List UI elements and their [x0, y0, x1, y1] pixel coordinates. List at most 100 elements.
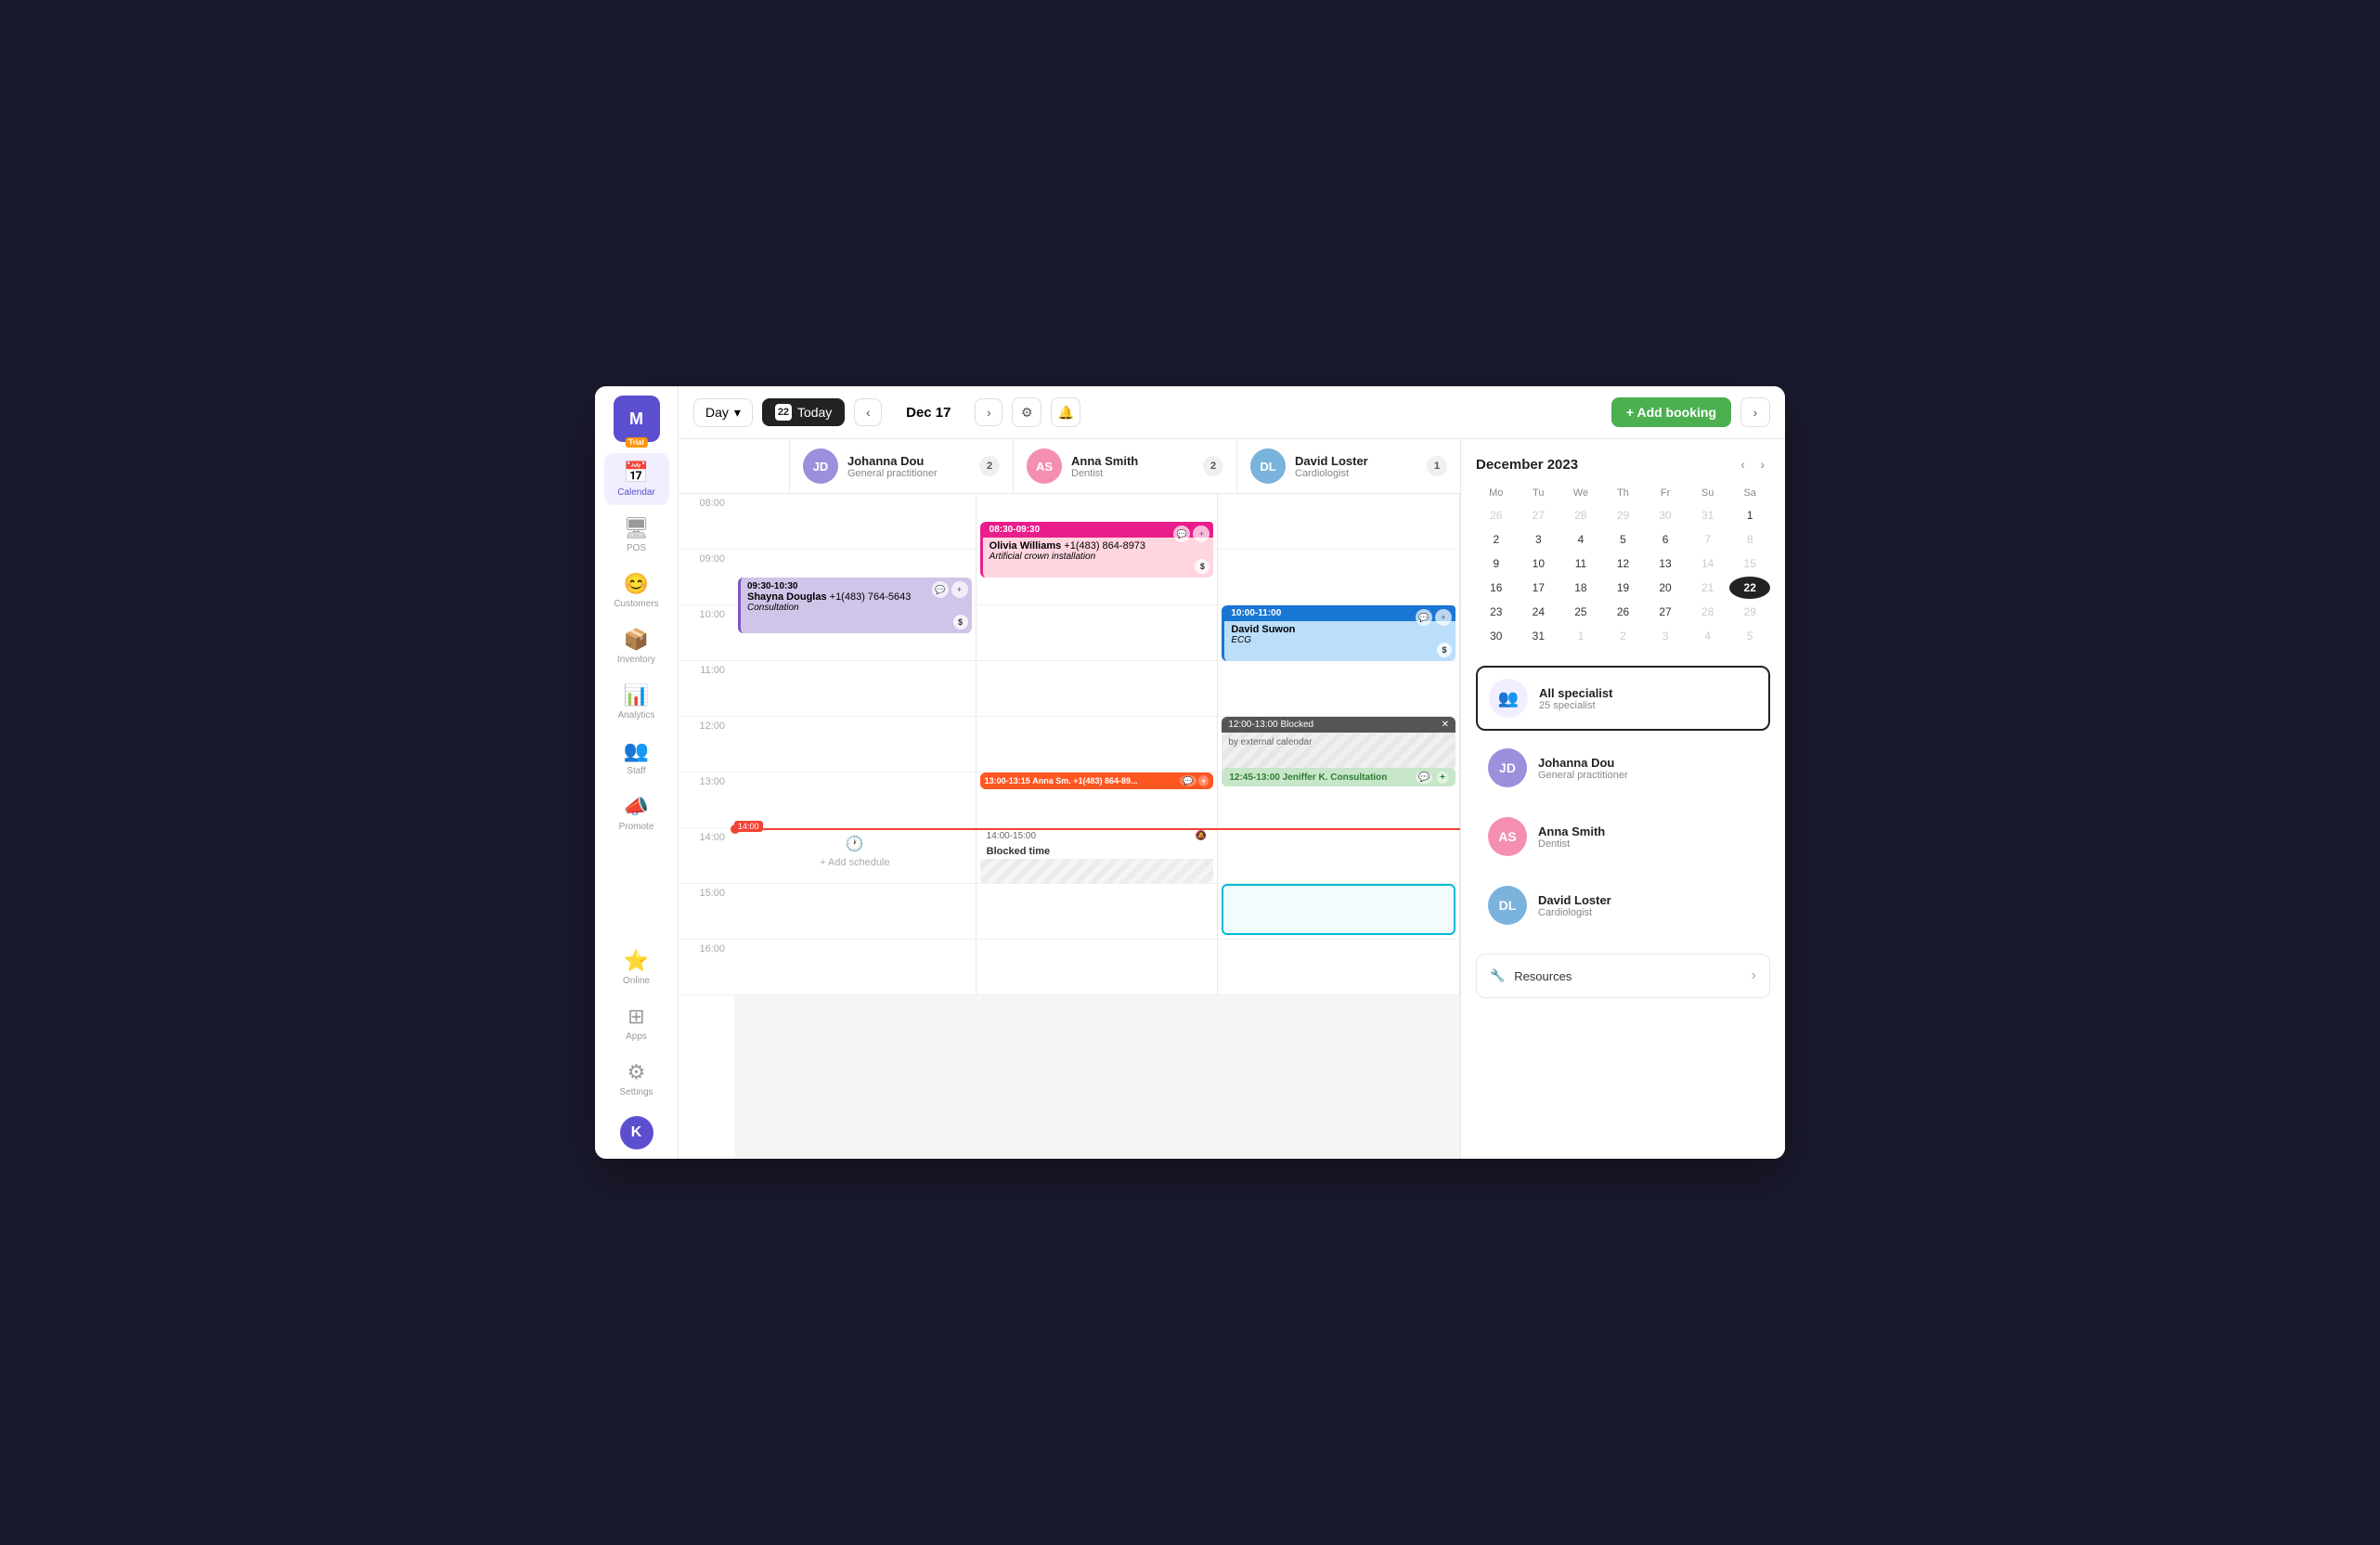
grid-cell[interactable]: [977, 940, 1218, 995]
mini-cal-day[interactable]: 17: [1519, 577, 1559, 599]
grid-cell[interactable]: [977, 605, 1218, 661]
chip-message-icon[interactable]: 💬: [1416, 772, 1432, 784]
add-icon[interactable]: +: [1198, 775, 1209, 786]
grid-cell[interactable]: [734, 772, 976, 828]
quick-entry-box[interactable]: [1222, 884, 1455, 935]
view-select[interactable]: Day ▾: [693, 398, 753, 427]
sidebar-item-analytics[interactable]: 📊 Analytics: [604, 676, 669, 728]
add-button[interactable]: +: [1193, 526, 1209, 542]
mini-cal-day[interactable]: 13: [1645, 552, 1686, 575]
mini-cal-day[interactable]: 2: [1603, 625, 1644, 647]
appointment-chip[interactable]: 13:00-13:15 Anna Sm. +1(483) 864-89... 💬…: [980, 772, 1214, 789]
mini-cal-day[interactable]: 23: [1476, 601, 1517, 623]
resources-item[interactable]: 🔧 Resources ›: [1476, 954, 1770, 998]
mini-cal-day[interactable]: 26: [1476, 504, 1517, 526]
grid-cell[interactable]: [977, 661, 1218, 717]
message-icon[interactable]: 💬: [1180, 775, 1196, 786]
specialist-item-david[interactable]: DL David Loster Cardiologist: [1476, 874, 1770, 937]
right-panel-toggle-button[interactable]: ›: [1740, 397, 1770, 427]
sidebar-item-inventory[interactable]: 📦 Inventory: [604, 620, 669, 672]
appointment[interactable]: 10:00-11:00 David Suwon ECG 💬 + $: [1222, 605, 1455, 661]
sidebar-item-pos[interactable]: 🖥 POS: [604, 509, 669, 561]
mini-cal-day[interactable]: 4: [1688, 625, 1728, 647]
mini-cal-day[interactable]: 5: [1603, 528, 1644, 551]
mini-cal-day[interactable]: 30: [1476, 625, 1517, 647]
mini-cal-day[interactable]: 3: [1519, 528, 1559, 551]
staff-header-david[interactable]: DL David Loster Cardiologist 1: [1237, 439, 1460, 493]
mini-cal-next[interactable]: ›: [1754, 454, 1770, 474]
staff-header-johanna[interactable]: JD Johanna Dou General practitioner 2: [790, 439, 1014, 493]
mini-cal-day[interactable]: 26: [1603, 601, 1644, 623]
app-logo[interactable]: M Trial: [614, 396, 660, 442]
mini-cal-day[interactable]: 1: [1729, 504, 1770, 526]
grid-cell[interactable]: [734, 661, 976, 717]
grid-cell[interactable]: [1218, 494, 1459, 550]
mini-cal-day[interactable]: 10: [1519, 552, 1559, 575]
mini-cal-day[interactable]: 2: [1476, 528, 1517, 551]
specialist-item-anna[interactable]: AS Anna Smith Dentist: [1476, 805, 1770, 868]
mini-cal-day[interactable]: 22: [1729, 577, 1770, 599]
grid-cell[interactable]: [1218, 828, 1459, 884]
sync-icon-button[interactable]: 🔔: [1051, 397, 1080, 427]
grid-cell[interactable]: [1218, 661, 1459, 717]
inline-chip[interactable]: 12:45-13:00 Jeniffer K. Consultation 💬 +: [1222, 768, 1455, 786]
appointment[interactable]: 08:30-09:30 Olivia Williams +1(483) 864-…: [980, 522, 1214, 578]
mini-cal-day[interactable]: 12: [1603, 552, 1644, 575]
sidebar-item-customers[interactable]: 😊 Customers: [604, 565, 669, 617]
grid-cell[interactable]: [734, 717, 976, 772]
mini-cal-day[interactable]: 27: [1519, 504, 1559, 526]
mini-cal-day[interactable]: 19: [1603, 577, 1644, 599]
sidebar-item-settings[interactable]: ⚙ Settings: [604, 1053, 669, 1105]
mini-cal-day[interactable]: 15: [1729, 552, 1770, 575]
grid-cell[interactable]: [1218, 940, 1459, 995]
message-button[interactable]: 💬: [932, 581, 949, 598]
mini-cal-day[interactable]: 28: [1560, 504, 1601, 526]
mini-cal-day[interactable]: 18: [1560, 577, 1601, 599]
mini-cal-day[interactable]: 11: [1560, 552, 1601, 575]
grid-cell[interactable]: [977, 717, 1218, 772]
mini-cal-day[interactable]: 3: [1645, 625, 1686, 647]
mini-cal-day[interactable]: 7: [1688, 528, 1728, 551]
sidebar-item-apps[interactable]: ⊞ Apps: [604, 997, 669, 1049]
mini-cal-day[interactable]: 4: [1560, 528, 1601, 551]
mini-cal-day[interactable]: 30: [1645, 504, 1686, 526]
add-button[interactable]: +: [951, 581, 968, 598]
mini-cal-day[interactable]: 5: [1729, 625, 1770, 647]
mini-cal-day[interactable]: 9: [1476, 552, 1517, 575]
specialist-item-all[interactable]: 👥 All specialist 25 specialist: [1476, 666, 1770, 731]
mini-cal-day[interactable]: 8: [1729, 528, 1770, 551]
grid-cell[interactable]: [734, 884, 976, 940]
user-avatar[interactable]: K: [620, 1116, 653, 1149]
next-nav-button[interactable]: ›: [975, 398, 1002, 426]
mini-cal-day[interactable]: 27: [1645, 601, 1686, 623]
grid-cell[interactable]: [1218, 550, 1459, 605]
add-booking-button[interactable]: + Add booking: [1611, 397, 1731, 427]
grid-cell[interactable]: [734, 940, 976, 995]
sidebar-item-promote[interactable]: 📣 Promote: [604, 787, 669, 839]
add-button[interactable]: +: [1435, 609, 1452, 626]
add-schedule[interactable]: 🕐+ Add schedule: [734, 824, 976, 879]
mini-cal-day[interactable]: 31: [1688, 504, 1728, 526]
close-icon[interactable]: ✕: [1442, 720, 1449, 730]
sidebar-item-online[interactable]: ⭐ Online: [604, 941, 669, 993]
filter-icon-button[interactable]: ⚙: [1012, 397, 1041, 427]
appointment[interactable]: 09:30-10:30 Shayna Douglas +1(483) 764-5…: [738, 578, 972, 633]
mini-cal-day[interactable]: 28: [1688, 601, 1728, 623]
sidebar-item-calendar[interactable]: 📅 Calendar: [604, 453, 669, 505]
grid-cell[interactable]: [977, 884, 1218, 940]
message-button[interactable]: 💬: [1416, 609, 1432, 626]
mini-cal-day[interactable]: 24: [1519, 601, 1559, 623]
message-button[interactable]: 💬: [1173, 526, 1190, 542]
grid-cell[interactable]: [734, 494, 976, 550]
mini-cal-day[interactable]: 25: [1560, 601, 1601, 623]
mini-cal-day[interactable]: 16: [1476, 577, 1517, 599]
mini-cal-prev[interactable]: ‹: [1735, 454, 1751, 474]
mini-cal-day[interactable]: 29: [1729, 601, 1770, 623]
mini-cal-day[interactable]: 21: [1688, 577, 1728, 599]
mini-cal-day[interactable]: 1: [1560, 625, 1601, 647]
mini-cal-day[interactable]: 20: [1645, 577, 1686, 599]
today-button[interactable]: 22 Today: [762, 398, 845, 426]
chip-add-icon[interactable]: +: [1437, 772, 1448, 784]
mini-cal-day[interactable]: 6: [1645, 528, 1686, 551]
mini-cal-day[interactable]: 31: [1519, 625, 1559, 647]
